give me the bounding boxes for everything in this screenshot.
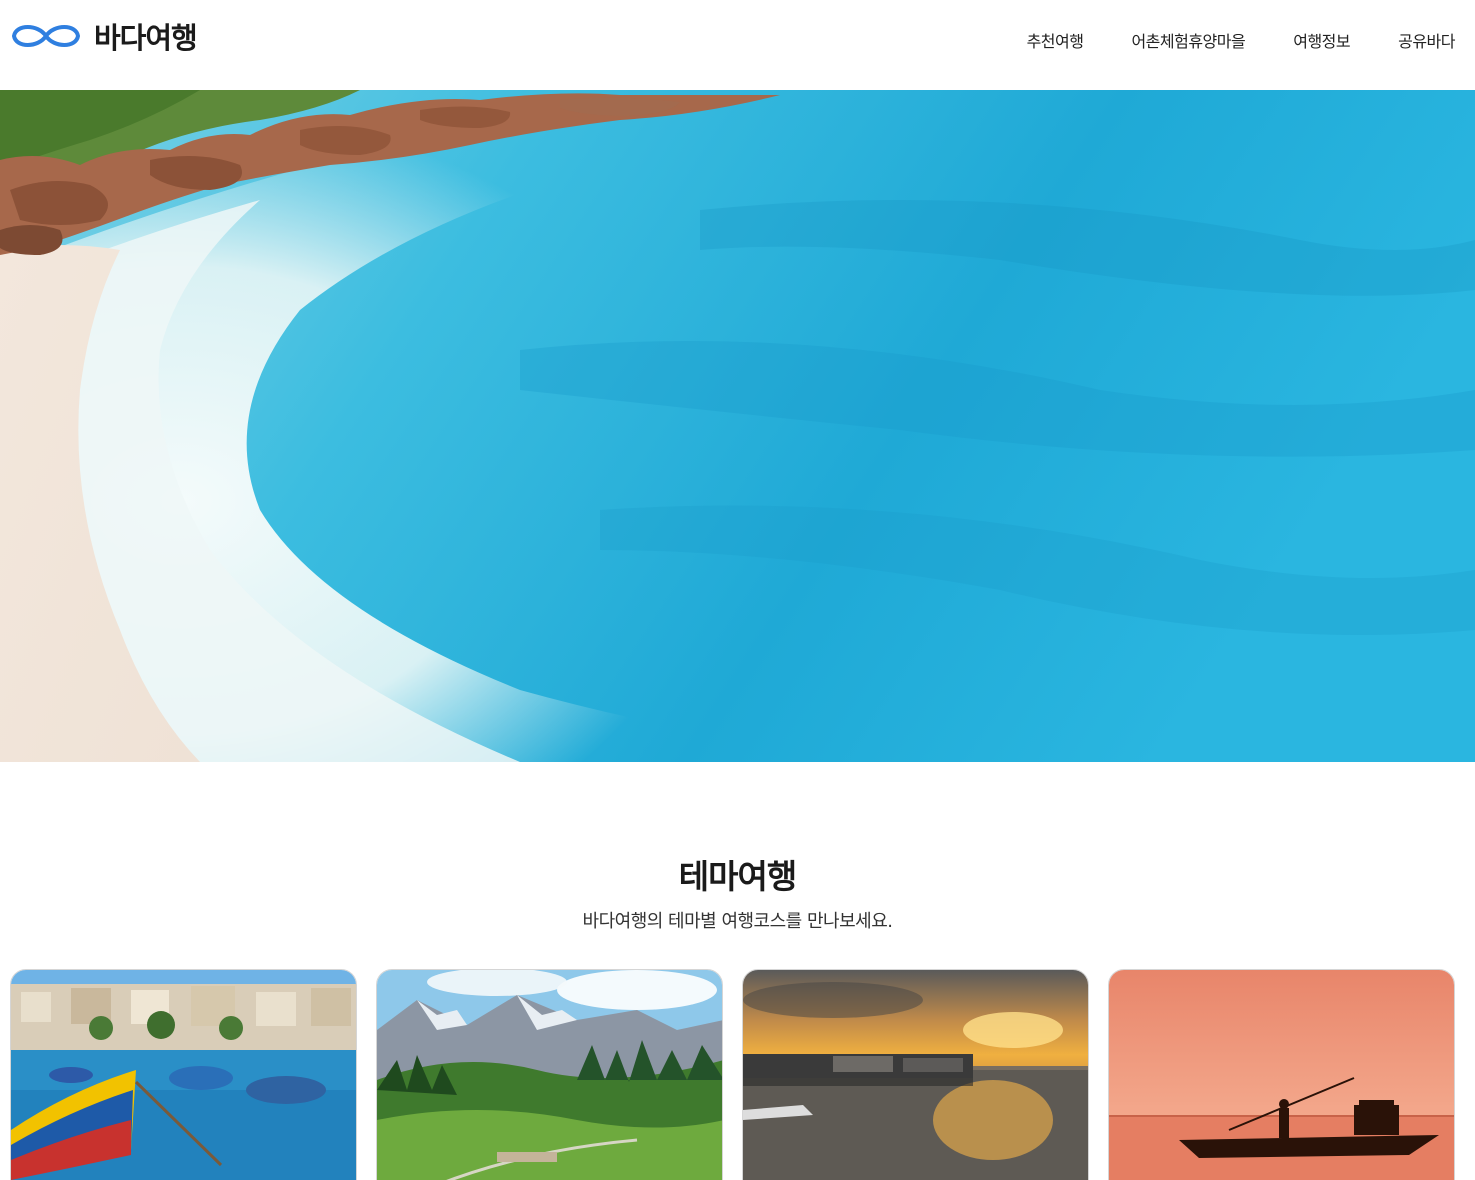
logo[interactable]: 바다여행 (10, 16, 198, 56)
harbor-boats-photo (11, 970, 356, 1180)
sunset-pier-photo (743, 970, 1088, 1180)
infinity-logo-icon (12, 25, 80, 47)
theme-card-harbor[interactable] (10, 969, 357, 1180)
nav-item-fishing-village[interactable]: 어촌체험휴양마을 (1131, 28, 1245, 52)
mountain-meadow-photo (377, 970, 722, 1180)
theme-card-sunset[interactable] (742, 969, 1089, 1180)
main-nav: 추천여행 어촌체험휴양마을 여행정보 공유바다 (979, 28, 1456, 52)
theme-card-list (10, 969, 1466, 1180)
nav-item-travel-info[interactable]: 여행정보 (1293, 28, 1350, 52)
theme-card-mountain[interactable] (376, 969, 723, 1180)
hero-beach-image (0, 90, 1475, 762)
nav-item-recommended-trips[interactable]: 추천여행 (1027, 28, 1084, 52)
site-header: 바다여행 추천여행 어촌체험휴양마을 여행정보 공유바다 (0, 0, 1475, 90)
section-subtitle: 바다여행의 테마별 여행코스를 만나보세요. (582, 911, 893, 932)
logo-text: 바다여행 (94, 21, 198, 55)
fisherman-boat-photo (1109, 970, 1454, 1180)
section-title: 테마여행 (678, 857, 797, 896)
theme-card-fisherman[interactable] (1108, 969, 1455, 1180)
nav-item-shared-sea[interactable]: 공유바다 (1398, 28, 1455, 52)
